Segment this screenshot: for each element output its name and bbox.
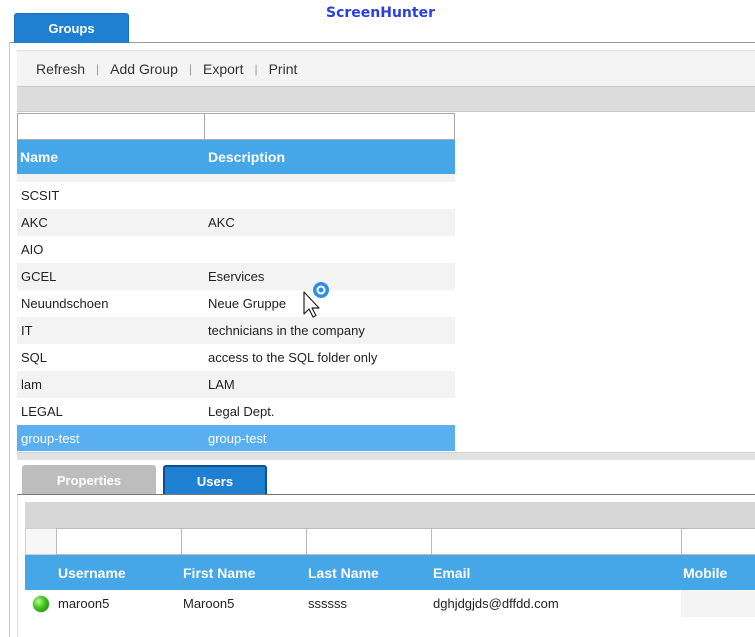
group-name-cell: AKC bbox=[21, 215, 48, 230]
table-row[interactable]: GCEL Eservices bbox=[17, 263, 455, 290]
group-description-cell: technicians in the company bbox=[208, 323, 365, 338]
table-row[interactable]: LEGAL Legal Dept. bbox=[17, 398, 455, 425]
group-name-cell: LEGAL bbox=[21, 404, 63, 419]
email-cell: dghjdgjds@dffdd.com bbox=[433, 596, 559, 611]
table-row[interactable]: IT technicians in the company bbox=[17, 317, 455, 344]
group-description-cell: group-test bbox=[208, 431, 267, 446]
table-row[interactable]: SQL access to the SQL folder only bbox=[17, 344, 455, 371]
tab-users[interactable]: Users bbox=[163, 465, 267, 495]
last-name-filter-input[interactable] bbox=[306, 528, 431, 555]
description-filter-input[interactable] bbox=[204, 113, 455, 140]
name-filter-input[interactable] bbox=[17, 113, 204, 140]
toolbar-separator: | bbox=[96, 61, 100, 76]
users-grid-header: Username First Name Last Name Email Mobi… bbox=[25, 555, 755, 590]
column-header-last-name[interactable]: Last Name bbox=[306, 565, 431, 581]
mobile-cell bbox=[681, 590, 755, 617]
print-button[interactable]: Print bbox=[269, 61, 298, 77]
group-description-cell: AKC bbox=[208, 215, 235, 230]
add-group-button[interactable]: Add Group bbox=[110, 61, 178, 77]
groups-toolbar: Refresh | Add Group | Export | Print bbox=[17, 50, 755, 86]
first-name-filter-input[interactable] bbox=[181, 528, 306, 555]
group-name-cell: SQL bbox=[21, 350, 48, 365]
group-name-cell: group-test bbox=[21, 431, 80, 446]
group-name-cell: lam bbox=[21, 377, 42, 392]
column-header-description[interactable]: Description bbox=[204, 149, 455, 165]
users-filter-row bbox=[25, 528, 755, 555]
group-name-cell: GCEL bbox=[21, 269, 57, 284]
tab-properties[interactable]: Properties bbox=[22, 465, 156, 495]
groups-filter-row bbox=[17, 113, 455, 140]
grid-group-strip bbox=[17, 86, 755, 112]
toolbar-separator: | bbox=[254, 61, 258, 76]
refresh-button[interactable]: Refresh bbox=[36, 61, 85, 77]
table-row[interactable]: AIO bbox=[17, 236, 455, 263]
group-name-cell: Neuundschoen bbox=[21, 296, 109, 311]
detail-tabs: Properties Users bbox=[17, 460, 755, 495]
screenhunter-watermark: ScreenHunter bbox=[326, 5, 435, 21]
username-cell: maroon5 bbox=[58, 596, 110, 611]
mouse-cursor-icon bbox=[300, 280, 334, 320]
group-name-cell: IT bbox=[21, 323, 33, 338]
last-name-cell: ssssss bbox=[308, 596, 347, 611]
group-description-cell: access to the SQL folder only bbox=[208, 350, 378, 365]
email-filter-input[interactable] bbox=[431, 528, 681, 555]
group-name-cell: AIO bbox=[21, 242, 44, 257]
online-status-icon bbox=[32, 595, 49, 612]
first-name-cell: Maroon5 bbox=[183, 596, 235, 611]
column-header-mobile[interactable]: Mobile bbox=[681, 565, 755, 581]
groups-grid-header: Name Description bbox=[17, 140, 455, 174]
user-status-cell bbox=[25, 595, 56, 612]
table-row[interactable]: maroon5 Maroon5 ssssss dghjdgjds@dffdd.c… bbox=[25, 590, 755, 617]
table-row[interactable]: AKC AKC bbox=[17, 209, 455, 236]
table-row[interactable]: SCSIT bbox=[17, 182, 455, 209]
mobile-filter-input[interactable] bbox=[681, 528, 755, 555]
scrolled-row-remnant bbox=[17, 174, 455, 182]
users-grid-group-strip bbox=[25, 502, 755, 528]
username-filter-input[interactable] bbox=[56, 528, 181, 555]
table-row[interactable]: lam LAM bbox=[17, 371, 455, 398]
table-row[interactable]: Neuundschoen Neue Gruppe bbox=[17, 290, 455, 317]
column-header-email[interactable]: Email bbox=[431, 565, 681, 581]
export-button[interactable]: Export bbox=[203, 61, 243, 77]
table-row-selected[interactable]: group-test group-test bbox=[17, 425, 455, 451]
toolbar-separator: | bbox=[188, 61, 192, 76]
group-name-cell: SCSIT bbox=[21, 188, 60, 203]
empty-detail-area bbox=[455, 112, 755, 452]
status-filter-cell bbox=[25, 528, 56, 555]
tab-groups[interactable]: Groups bbox=[14, 13, 129, 43]
column-header-first-name[interactable]: First Name bbox=[181, 565, 306, 581]
group-description-cell: Legal Dept. bbox=[208, 404, 275, 419]
group-description-cell: LAM bbox=[208, 377, 235, 392]
panel-splitter[interactable] bbox=[17, 452, 755, 460]
column-header-name[interactable]: Name bbox=[17, 149, 204, 165]
groups-grid-body: SCSIT AKC AKC AIO GCEL Eservices Neuunds… bbox=[17, 174, 455, 451]
column-header-username[interactable]: Username bbox=[56, 565, 181, 581]
